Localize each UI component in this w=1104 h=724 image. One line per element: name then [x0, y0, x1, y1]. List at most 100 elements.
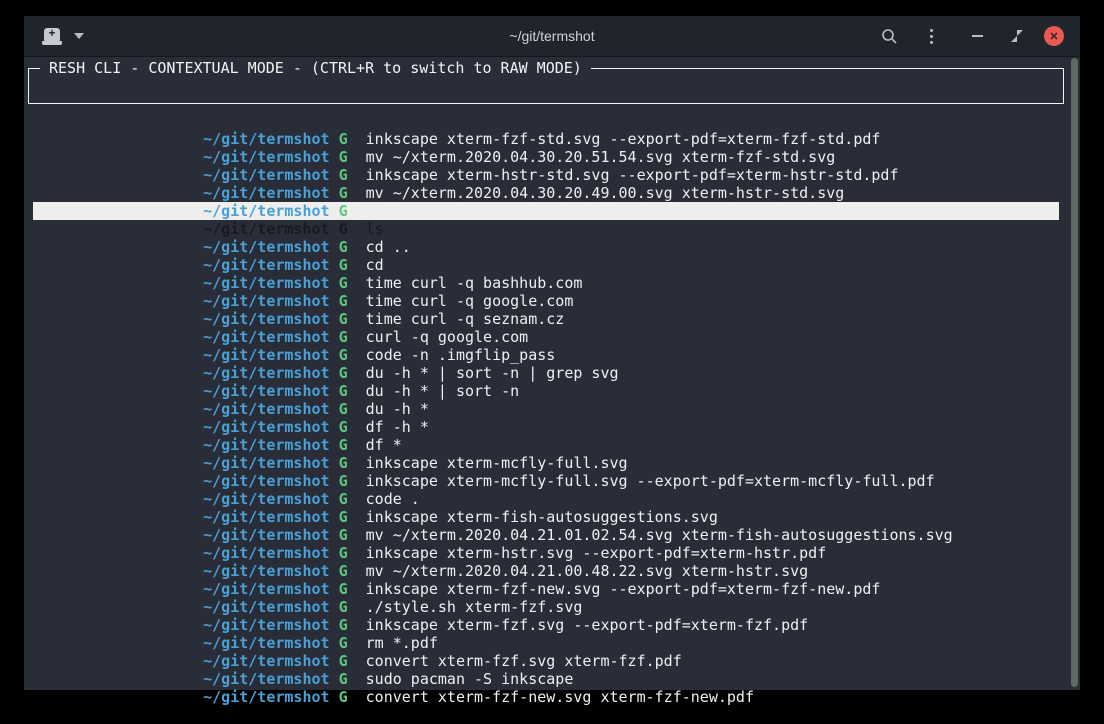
git-flag: G [339, 274, 348, 292]
history-entry[interactable]: ~/git/termshotGinkscape xterm-fzf-std.sv… [33, 112, 1059, 130]
history-command: inkscape xterm-mcfly-full.svg --export-p… [366, 472, 935, 490]
resh-header-box: RESH CLI - CONTEXTUAL MODE - (CTRL+R to … [28, 68, 1064, 104]
history-directory: ~/git/termshot [203, 454, 329, 472]
history-command: inkscape xterm-fzf.svg --export-pdf=xter… [366, 616, 809, 634]
git-flag: G [339, 562, 348, 580]
git-flag: G [339, 472, 348, 490]
search-button[interactable] [878, 25, 900, 47]
history-directory: ~/git/termshot [203, 166, 329, 184]
scrollbar-thumb[interactable] [1071, 58, 1078, 687]
history-directory: ~/git/termshot [203, 220, 329, 238]
git-flag: G [339, 364, 348, 382]
history-directory: ~/git/termshot [203, 364, 329, 382]
plus-icon: + [44, 27, 60, 40]
git-flag: G [339, 526, 348, 544]
history-directory: ~/git/termshot [203, 562, 329, 580]
close-button[interactable]: ✕ [1044, 26, 1064, 46]
history-command: inkscape xterm-hstr-std.svg --export-pdf… [366, 166, 899, 184]
history-command: df * [366, 436, 402, 454]
git-flag: G [339, 670, 348, 688]
minimize-icon [972, 35, 983, 37]
history-command: inkscape xterm-fzf-new.svg --export-pdf=… [366, 580, 881, 598]
new-tab-terminal-icon-base [42, 41, 62, 45]
git-flag: G [339, 130, 348, 148]
history-command: inkscape xterm-fish-autosuggestions.svg [366, 508, 718, 526]
new-tab-button[interactable]: + [42, 28, 62, 45]
history-command: cd .. [366, 238, 411, 256]
terminal-window: + ~/git/termshot [24, 16, 1080, 690]
history-directory: ~/git/termshot [203, 544, 329, 562]
history-directory: ~/git/termshot [203, 472, 329, 490]
history-directory: ~/git/termshot [203, 436, 329, 454]
git-flag: G [339, 418, 348, 436]
git-flag: G [339, 184, 348, 202]
history-command: convert xterm-fzf-new.svg xterm-fzf-new.… [366, 688, 754, 706]
history-directory: ~/git/termshot [203, 508, 329, 526]
history-command: ls [366, 220, 384, 238]
history-directory: ~/git/termshot [203, 184, 329, 202]
history-directory: ~/git/termshot [203, 148, 329, 166]
history-command: code . [366, 490, 420, 508]
titlebar-left-cluster: + [42, 28, 84, 45]
history-command: convert xterm-fzf.svg xterm-fzf.pdf [366, 652, 682, 670]
history-directory: ~/git/termshot [203, 292, 329, 310]
history-command: inkscape xterm-mcfly-full.svg [366, 454, 628, 472]
resh-mode-title: RESH CLI - CONTEXTUAL MODE - (CTRL+R to … [40, 59, 591, 78]
history-command: mv ~/xterm.2020.04.21.01.02.54.svg xterm… [366, 526, 953, 544]
history-directory: ~/git/termshot [203, 652, 329, 670]
history-command: du -h * | sort -n | grep svg [366, 364, 619, 382]
history-directory: ~/git/termshot [203, 346, 329, 364]
git-flag: G [339, 652, 348, 670]
history-directory: ~/git/termshot [203, 274, 329, 292]
git-flag: G [339, 580, 348, 598]
history-directory: ~/git/termshot [203, 328, 329, 346]
restore-button[interactable] [1006, 25, 1028, 47]
history-directory: ~/git/termshot [203, 202, 329, 220]
history-command: inkscape xterm-hstr.svg --export-pdf=xte… [366, 544, 827, 562]
history-directory: ~/git/termshot [203, 526, 329, 544]
git-flag: G [339, 616, 348, 634]
git-flag: G [339, 238, 348, 256]
terminal-content: RESH CLI - CONTEXTUAL MODE - (CTRL+R to … [24, 57, 1080, 689]
history-command: inkscape xterm-fzf-std.svg --export-pdf=… [366, 130, 881, 148]
git-flag: G [339, 328, 348, 346]
history-directory: ~/git/termshot [203, 490, 329, 508]
history-directory: ~/git/termshot [203, 616, 329, 634]
restore-icon [1011, 30, 1023, 42]
git-flag: G [339, 454, 348, 472]
kebab-menu-icon [930, 29, 933, 44]
git-flag: G [339, 544, 348, 562]
new-tab-dropdown-caret-icon[interactable] [74, 33, 84, 39]
history-command: mv ~/xterm.2020.04.21.00.48.22.svg xterm… [366, 562, 809, 580]
minimize-button[interactable] [966, 25, 988, 47]
git-flag: G [339, 220, 348, 238]
git-flag: G [339, 382, 348, 400]
menu-button[interactable] [920, 25, 942, 47]
history-directory: ~/git/termshot [203, 400, 329, 418]
git-flag: G [339, 490, 348, 508]
history-command: mv ~/xterm.2020.04.30.20.05.03.svg xterm… [366, 202, 845, 220]
history-list: ~/git/termshot Ginkscape xterm-fzf-std.sv… [33, 112, 1059, 688]
history-directory: ~/git/termshot [203, 634, 329, 652]
history-command: sudo pacman -S inkscape [366, 670, 574, 688]
git-flag: G [339, 166, 348, 184]
git-flag: G [339, 634, 348, 652]
git-flag: G [339, 598, 348, 616]
history-command: curl -q google.com [366, 328, 529, 346]
git-flag: G [339, 148, 348, 166]
history-directory: ~/git/termshot [203, 580, 329, 598]
history-command: du -h * [366, 400, 429, 418]
git-flag: G [339, 256, 348, 274]
history-command: time curl -q google.com [366, 292, 574, 310]
history-directory: ~/git/termshot [203, 670, 329, 688]
git-flag: G [339, 202, 348, 220]
titlebar: + ~/git/termshot [24, 16, 1080, 57]
history-command: cd [366, 256, 384, 274]
history-command: time curl -q bashhub.com [366, 274, 583, 292]
close-icon: ✕ [1049, 30, 1058, 43]
resh-search-input[interactable] [39, 77, 1053, 97]
git-flag: G [339, 346, 348, 364]
history-command: ./style.sh xterm-fzf.svg [366, 598, 583, 616]
titlebar-right-cluster: ✕ [878, 25, 1064, 47]
history-directory: ~/git/termshot [203, 130, 329, 148]
